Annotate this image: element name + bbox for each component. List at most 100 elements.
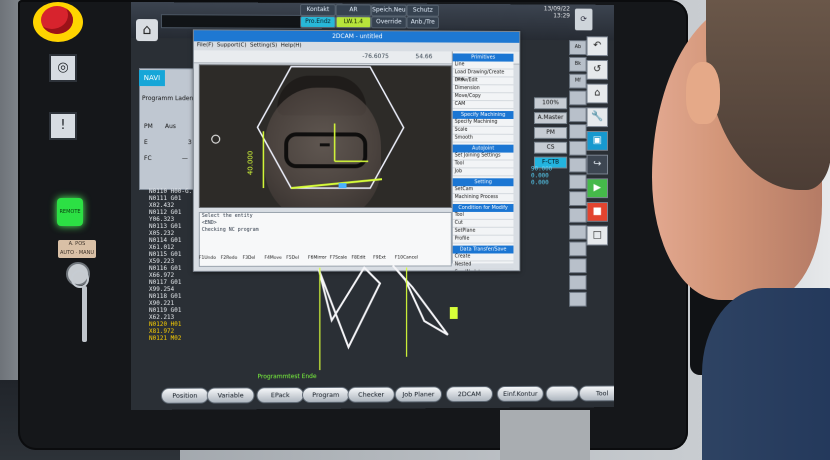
softkey-button[interactable]: Tool [578, 385, 614, 402]
tree-item[interactable]: Set Joining Settings [452, 152, 514, 161]
home-button[interactable]: ⌂ [135, 19, 158, 42]
reset-icon[interactable]: ⟳ [574, 8, 593, 31]
profile-right [393, 265, 448, 335]
softkey-button[interactable]: EPack [256, 387, 305, 404]
side-tool-button[interactable] [569, 275, 587, 290]
tree-item[interactable]: Smooth [452, 134, 514, 143]
undo-icon[interactable]: ↶ [586, 36, 608, 57]
function-key[interactable]: F4Move [264, 256, 286, 261]
green-action-button[interactable]: ▶ [586, 178, 608, 199]
softkey-button[interactable]: Variable [206, 387, 255, 404]
softkey-button[interactable]: Program [302, 386, 350, 404]
machine-status-stack: 100% A.Master PM CS F-CTB [533, 97, 568, 171]
wrench-icon[interactable]: 🔧 [586, 107, 608, 128]
status-value: CS [533, 141, 568, 154]
monitor-icon[interactable]: ▣ [586, 131, 608, 151]
side-tool-button[interactable] [569, 157, 587, 173]
menu-help[interactable]: Help(H) [281, 43, 302, 49]
tree-item[interactable]: Dimension [452, 85, 514, 94]
profile-marker-icon [449, 307, 458, 319]
tree-item[interactable]: Draw/Edit [452, 77, 514, 86]
softkey-button[interactable] [545, 385, 579, 402]
tree-item[interactable]: SetPlane [452, 227, 514, 236]
panel-reset-button[interactable]: ◎ [49, 54, 77, 82]
function-key[interactable]: F1Undo [199, 256, 221, 261]
tree-item[interactable]: Specify Machining [452, 118, 514, 127]
side-tool-button[interactable] [569, 107, 587, 123]
side-tool-button[interactable] [569, 124, 587, 139]
function-key[interactable]: F8Edit [351, 256, 373, 261]
menu-setting[interactable]: Setting(S) [250, 43, 277, 49]
tree-item[interactable]: SetCam [452, 186, 514, 195]
emergency-stop-button[interactable] [33, 2, 83, 42]
side-tool-button[interactable] [569, 224, 587, 240]
red-action-button[interactable]: ■ [586, 202, 608, 222]
tree-item[interactable]: Profile [452, 235, 514, 244]
tree-item[interactable]: Load Drawing/Create now [452, 69, 514, 82]
nc-program-line: N0118 G01 X90.221 [148, 292, 182, 307]
cad-canvas[interactable]: 40.000 [198, 64, 452, 208]
side-tool-button[interactable] [569, 258, 587, 274]
hmi-screen: ⌂ Kontakt AR Speich.Neu Schutz Pro.Endz … [131, 2, 614, 410]
tree-item[interactable]: Tool [452, 211, 514, 220]
tree-item[interactable]: Tool [452, 160, 514, 169]
function-key[interactable]: F2Redo [221, 256, 243, 261]
tree-item[interactable]: Create [452, 253, 514, 262]
bottom-softkey-bar: Position Variable EPack Program Checker Job P… [160, 385, 614, 407]
softkey-button[interactable]: 2DCAM [445, 386, 493, 403]
nc-program-line: N0120 H01 X81.972 [148, 320, 182, 335]
console-line-3: Checking NC program [201, 226, 259, 233]
pill-pro-endz: Pro.Endz [300, 15, 336, 29]
function-key[interactable]: F7Scale [330, 256, 352, 261]
tree-item[interactable]: CAM [452, 100, 514, 110]
refresh-icon[interactable]: ↺ [586, 59, 608, 80]
axis-values: 90.000 0.000 0.000 [531, 165, 552, 186]
remote-green-button[interactable]: REMOTE [57, 198, 83, 226]
white-action-button[interactable]: □ [586, 225, 608, 246]
menu-file[interactable]: File(F) [197, 42, 214, 48]
side-tool-button[interactable] [569, 241, 587, 257]
function-key[interactable]: F3Del [243, 256, 265, 261]
nc-program-line: N0117 G01 X99.254 [148, 278, 182, 293]
side-tool-button[interactable] [569, 90, 587, 106]
cam-menu: File(F) Support(C) Setting(S) Help(H) [197, 42, 302, 48]
side-tab[interactable]: Mf [569, 73, 587, 89]
home-icon[interactable]: ⌂ [586, 83, 608, 104]
side-tool-button[interactable] [569, 140, 587, 156]
side-tab[interactable]: Ab [569, 40, 587, 56]
right-action-rail: ↶ ↺ ⌂ 🔧 ▣ ↪ ▶ ■ □ [586, 36, 612, 249]
side-tool-button[interactable] [569, 191, 587, 206]
function-key[interactable]: F10Cancel [395, 256, 418, 261]
tree-item[interactable]: Scale [452, 126, 514, 135]
panel-alarm-button[interactable]: ! [49, 112, 77, 140]
navi-button[interactable]: NAVI [138, 70, 165, 87]
softkey-button[interactable]: Position [160, 387, 209, 404]
axis-value: 0.000 [531, 179, 549, 187]
softkey-button[interactable]: Checker [347, 386, 395, 403]
tree-item[interactable]: Cut [452, 219, 514, 228]
e-value: 3 [187, 139, 192, 147]
side-tool-button[interactable] [569, 174, 587, 190]
cam-process-tree: Primitives Line Load Drawing/Create now Dra… [451, 51, 514, 272]
tree-item[interactable]: Job [452, 168, 514, 177]
side-tool-button[interactable] [569, 207, 587, 223]
pm-value: Aus [164, 123, 176, 131]
function-key[interactable]: F6Mirror [308, 256, 330, 261]
side-tool-button[interactable] [569, 291, 587, 307]
coordinate-readout-2: 54.66 [415, 53, 433, 61]
function-key[interactable]: F5Del [286, 256, 308, 261]
menu-support[interactable]: Support(C) [217, 42, 247, 48]
arrow-icon[interactable]: ↪ [586, 154, 608, 175]
time-text: 13:29 [553, 12, 571, 20]
remote-green-button-label: REMOTE [59, 209, 81, 215]
function-key[interactable]: F9Ext [373, 256, 395, 261]
tree-item[interactable]: Move/Copy [452, 93, 514, 102]
softkey-button[interactable]: Job Planer [394, 386, 442, 403]
side-tab[interactable]: Bk [569, 56, 587, 72]
profile-left [319, 268, 380, 348]
tree-header: Data Transfer/Save [452, 245, 514, 254]
tree-item[interactable]: Line [452, 61, 514, 70]
softkey-button[interactable]: Einf.Kontur [496, 385, 544, 402]
tree-item[interactable]: Machining Process [452, 194, 514, 203]
pill-schutz: Schutz [406, 4, 440, 17]
